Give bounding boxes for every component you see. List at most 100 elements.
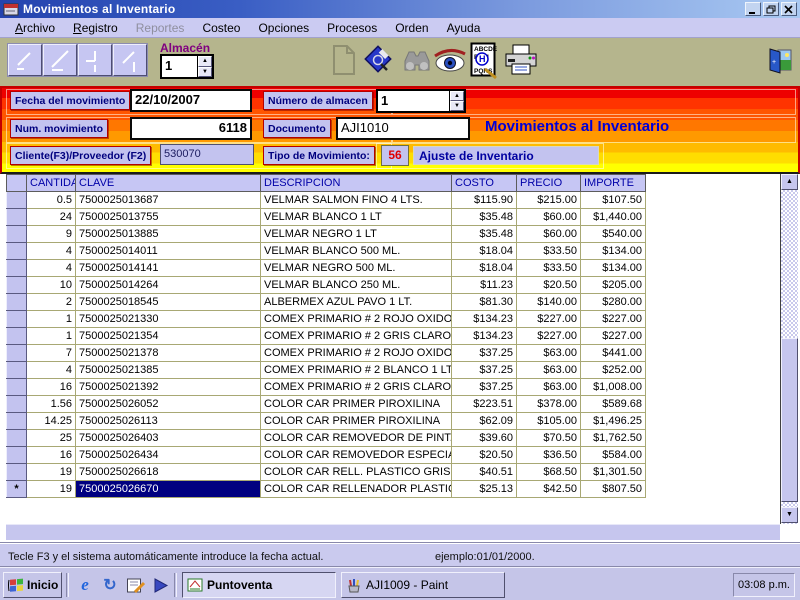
horizontal-scrollbar[interactable] xyxy=(6,524,780,540)
row-selector[interactable] xyxy=(6,191,27,209)
cell-precio[interactable]: $42.50 xyxy=(516,480,581,498)
menu-item-costeo[interactable]: Costeo xyxy=(193,19,249,37)
cell-clave[interactable]: 7500025014011 xyxy=(75,242,261,260)
table-row[interactable]: 19 7500025026618 COLOR CAR RELL. PLASTICO … xyxy=(6,463,646,481)
row-selector[interactable] xyxy=(6,276,27,294)
cell-importe[interactable]: $134.00 xyxy=(580,259,646,277)
nav-first-button[interactable] xyxy=(8,44,42,76)
table-row[interactable]: 0.5 7500025013687 VELMAR SALMON FINO 4 LTS… xyxy=(6,191,646,209)
cliente-proveedor-input[interactable]: 530070 xyxy=(160,144,254,165)
quicklaunch-media-button[interactable] xyxy=(149,574,171,596)
cell-cantidad[interactable]: 25 xyxy=(26,429,76,447)
cell-cantidad[interactable]: 19 xyxy=(26,463,76,481)
new-document-button[interactable] xyxy=(331,43,357,82)
cell-cantidad[interactable]: 14.25 xyxy=(26,412,76,430)
table-row[interactable]: 25 7500025026403 COLOR CAR REMOVEDOR DE PI… xyxy=(6,429,646,447)
cell-costo[interactable]: $81.30 xyxy=(451,293,517,311)
table-row[interactable]: 10 7500025014264 VELMAR BLANCO 250 ML. $11.… xyxy=(6,276,646,294)
almacen-spinner[interactable]: 1 ▲ ▼ xyxy=(160,54,214,79)
menu-item-procesos[interactable]: Procesos xyxy=(318,19,386,37)
row-selector[interactable]: * xyxy=(6,480,27,498)
cell-importe[interactable]: $107.50 xyxy=(580,191,646,209)
table-row[interactable]: 9 7500025013885 VELMAR NEGRO 1 LT $35.48 $60… xyxy=(6,225,646,243)
row-selector[interactable] xyxy=(6,446,27,464)
cell-clave[interactable]: 7500025021354 xyxy=(75,327,261,345)
cell-cantidad[interactable]: 16 xyxy=(26,446,76,464)
menu-item-reportes[interactable]: Reportes xyxy=(127,19,194,37)
cell-importe[interactable]: $1,008.00 xyxy=(580,378,646,396)
row-selector[interactable] xyxy=(6,259,27,277)
exit-button[interactable]: + xyxy=(766,47,794,82)
table-row[interactable]: * 19 7500025026670 COLOR CAR RELLENADOR PLA… xyxy=(6,480,646,498)
cell-precio[interactable]: $20.50 xyxy=(516,276,581,294)
preview-button[interactable] xyxy=(432,47,468,78)
cell-importe[interactable]: $227.00 xyxy=(580,310,646,328)
cell-importe[interactable]: $807.50 xyxy=(580,480,646,498)
cell-importe[interactable]: $205.00 xyxy=(580,276,646,294)
column-header-importe[interactable]: IMPORTE xyxy=(580,174,646,192)
print-button[interactable] xyxy=(503,43,539,82)
menu-item-orden[interactable]: Orden xyxy=(386,19,437,37)
table-row[interactable]: 16 7500025021392 COMEX PRIMARIO # 2 GRIS C… xyxy=(6,378,646,396)
cell-clave[interactable]: 7500025021378 xyxy=(75,344,261,362)
cell-cantidad[interactable]: 2 xyxy=(26,293,76,311)
save-button[interactable] xyxy=(362,43,394,82)
row-selector[interactable] xyxy=(6,344,27,362)
cell-costo[interactable]: $40.51 xyxy=(451,463,517,481)
cell-clave[interactable]: 7500025021392 xyxy=(75,378,261,396)
cell-descripcion[interactable]: VELMAR NEGRO 500 ML. xyxy=(260,259,452,277)
row-selector[interactable] xyxy=(6,378,27,396)
cell-importe[interactable]: $441.00 xyxy=(580,344,646,362)
column-header-clave[interactable]: CLAVE xyxy=(75,174,261,192)
num-movimiento-input[interactable]: 6118 xyxy=(130,117,252,140)
cell-descripcion[interactable]: COMEX PRIMARIO # 2 GRIS CLARO 4 xyxy=(260,327,452,345)
quicklaunch-desktop-button[interactable] xyxy=(124,574,146,596)
cell-descripcion[interactable]: ALBERMEX AZUL PAVO 1 LT. xyxy=(260,293,452,311)
spin-up-button[interactable]: ▲ xyxy=(198,56,212,67)
vertical-scrollbar[interactable]: ▲ ▼ xyxy=(780,174,798,524)
row-selector[interactable] xyxy=(6,310,27,328)
spin-down-button[interactable]: ▼ xyxy=(198,66,212,77)
cell-clave[interactable]: 7500025026670 xyxy=(75,480,261,498)
table-row[interactable]: 2 7500025018545 ALBERMEX AZUL PAVO 1 LT. $8… xyxy=(6,293,646,311)
cell-importe[interactable]: $589.68 xyxy=(580,395,646,413)
table-row[interactable]: 4 7500025021385 COMEX PRIMARIO # 2 BLANCO … xyxy=(6,361,646,379)
fecha-input[interactable]: 22/10/2007 xyxy=(130,89,252,112)
cell-precio[interactable]: $70.50 xyxy=(516,429,581,447)
cell-costo[interactable]: $18.04 xyxy=(451,259,517,277)
cell-descripcion[interactable]: VELMAR SALMON FINO 4 LTS. xyxy=(260,191,452,209)
scroll-down-button[interactable]: ▼ xyxy=(781,507,798,523)
row-selector[interactable] xyxy=(6,463,27,481)
cell-costo[interactable]: $134.23 xyxy=(451,310,517,328)
task-paint[interactable]: AJI1009 - Paint xyxy=(341,572,505,598)
cell-precio[interactable]: $63.00 xyxy=(516,361,581,379)
cell-clave[interactable]: 7500025026113 xyxy=(75,412,261,430)
cell-precio[interactable]: $60.00 xyxy=(516,208,581,226)
cell-clave[interactable]: 7500025026052 xyxy=(75,395,261,413)
start-button[interactable]: Inicio xyxy=(3,572,62,598)
menu-item-archivo[interactable]: Archivo xyxy=(6,19,64,37)
scroll-up-button[interactable]: ▲ xyxy=(781,174,798,190)
cell-costo[interactable]: $37.25 xyxy=(451,378,517,396)
cell-costo[interactable]: $223.51 xyxy=(451,395,517,413)
cell-clave[interactable]: 7500025021330 xyxy=(75,310,261,328)
cell-cantidad[interactable]: 7 xyxy=(26,344,76,362)
cell-precio[interactable]: $36.50 xyxy=(516,446,581,464)
cell-cantidad[interactable]: 4 xyxy=(26,259,76,277)
cell-descripcion[interactable]: VELMAR BLANCO 1 LT xyxy=(260,208,452,226)
restore-button[interactable] xyxy=(763,2,779,16)
search-button[interactable] xyxy=(400,47,432,80)
cell-clave[interactable]: 7500025013755 xyxy=(75,208,261,226)
cell-precio[interactable]: $140.00 xyxy=(516,293,581,311)
scrollbar-thumb[interactable] xyxy=(781,338,798,502)
column-header-descripcion[interactable]: DESCRIPCION xyxy=(260,174,452,192)
table-row[interactable]: 7 7500025021378 COMEX PRIMARIO # 2 ROJO OX… xyxy=(6,344,646,362)
nav-last-button[interactable] xyxy=(113,44,147,76)
cell-precio[interactable]: $227.00 xyxy=(516,310,581,328)
cell-clave[interactable]: 7500025026618 xyxy=(75,463,261,481)
cell-precio[interactable]: $33.50 xyxy=(516,242,581,260)
documento-input[interactable]: AJI1010 xyxy=(336,117,470,140)
cell-descripcion[interactable]: COLOR CAR RELL. PLASTICO GRIS 1 xyxy=(260,463,452,481)
row-selector[interactable] xyxy=(6,395,27,413)
row-selector[interactable] xyxy=(6,293,27,311)
